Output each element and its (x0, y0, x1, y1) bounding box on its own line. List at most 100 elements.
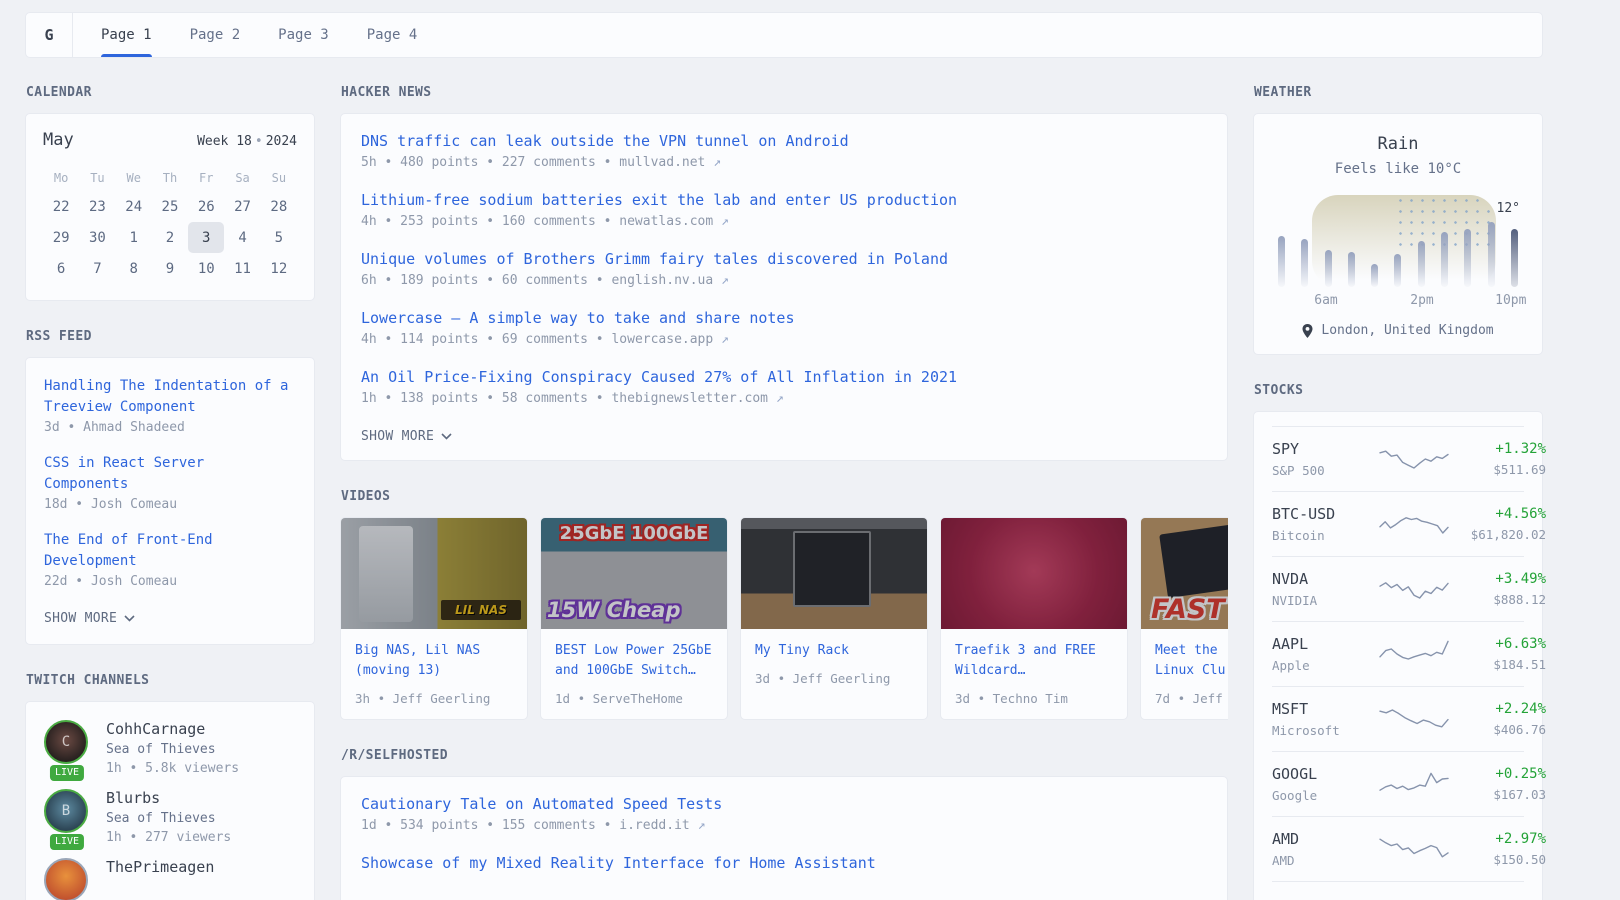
calendar-month: May (43, 130, 74, 150)
hacker-news-item[interactable]: An Oil Price-Fixing Conspiracy Caused 27… (361, 366, 1207, 406)
hacker-news-item-domain[interactable]: english.nv.ua (611, 273, 713, 288)
stock-name: AMD (1272, 853, 1370, 868)
stock-values: +3.49% $888.12 (1458, 571, 1546, 607)
twitch-channel-row[interactable]: B LIVE Blurbs Sea of Thieves 1h • 277 vi… (44, 789, 296, 845)
video-card[interactable]: 25GbE 100GbE15W Cheap BEST Low Power 25G… (540, 517, 728, 720)
video-thumbnail[interactable] (941, 518, 1127, 629)
weather-bar (1301, 239, 1308, 287)
stock-symbol[interactable]: AMD (1272, 830, 1370, 848)
stock-sparkline-wrap (1378, 572, 1450, 606)
hacker-news-item-title[interactable]: An Oil Price-Fixing Conspiracy Caused 27… (361, 366, 1207, 388)
hacker-news-item[interactable]: Unique volumes of Brothers Grimm fairy t… (361, 248, 1207, 288)
hacker-news-item-title[interactable]: Lithium-free sodium batteries exit the l… (361, 189, 1207, 211)
stock-symbol[interactable]: MSFT (1272, 700, 1370, 718)
twitch-channel-row[interactable]: ThePrimeagen (44, 858, 296, 900)
calendar-weekday: Mo (43, 165, 79, 191)
stock-values: +4.56% $61,820.02 (1458, 506, 1546, 542)
external-link-icon: ↗ (776, 391, 784, 406)
reddit-item-title[interactable]: Cautionary Tale on Automated Speed Tests (361, 793, 1207, 815)
video-title[interactable]: Meet theLinux Clu (1155, 641, 1228, 681)
hacker-news-show-more-button[interactable]: SHOW MORE (361, 429, 452, 444)
hacker-news-item[interactable]: DNS traffic can leak outside the VPN tun… (361, 130, 1207, 170)
rss-item-meta: 3d • Ahmad Shadeed (44, 420, 296, 435)
stock-row[interactable]: AAPL Apple +6.63% $184.51 (1272, 621, 1524, 686)
videos-section: VIDEOS LIL NAS Big NAS, Lil NAS(moving 1… (340, 489, 1228, 720)
stock-symbol[interactable]: BTC-USD (1272, 505, 1370, 523)
video-thumbnail[interactable] (741, 518, 927, 629)
video-card[interactable]: FAST Meet theLinux Clu 7d • Jeff Geerlin… (1140, 517, 1228, 720)
avatar (44, 858, 88, 900)
rss-item-title[interactable]: Handling The Indentation of a Treeview C… (44, 376, 296, 418)
video-card[interactable]: LIL NAS Big NAS, Lil NAS(moving 13) 3h •… (340, 517, 528, 720)
page-tab[interactable]: Page 4 (367, 13, 418, 57)
video-title[interactable]: My Tiny Rack (755, 641, 913, 661)
twitch-channel-name[interactable]: ThePrimeagen (106, 858, 214, 876)
video-card[interactable]: Traefik 3 and FREEWildcard… 3d • Techno … (940, 517, 1128, 720)
calendar-day: 28 (261, 191, 297, 222)
page-tab[interactable]: Page 2 (190, 13, 241, 57)
video-thumbnail[interactable]: FAST (1141, 518, 1228, 629)
stock-sparkline-wrap (1378, 767, 1450, 801)
stock-identity: SPY S&P 500 (1272, 440, 1370, 478)
video-title-line: Wildcard… (955, 661, 1113, 681)
stock-symbol[interactable]: SPY (1272, 440, 1370, 458)
rss-show-more-button[interactable]: SHOW MORE (44, 611, 135, 626)
stock-symbol[interactable]: GOOGL (1272, 765, 1370, 783)
video-card[interactable]: My Tiny Rack 3d • Jeff Geerling (740, 517, 928, 720)
rss-item[interactable]: The End of Front-End Development 22d • J… (44, 530, 296, 589)
page-tab[interactable]: Page 1 (101, 13, 152, 57)
hacker-news-item-domain[interactable]: lowercase.app (611, 332, 713, 347)
twitch-channel-info: CohhCarnage Sea of Thieves 1h • 5.8k vie… (106, 720, 239, 776)
video-title[interactable]: BEST Low Power 25GbEand 100GbE Switch… (555, 641, 713, 681)
video-thumbnail[interactable]: LIL NAS (341, 518, 527, 629)
video-meta: 1d • ServeTheHome (555, 691, 713, 706)
hacker-news-item-title[interactable]: Lowercase – A simple way to take and sha… (361, 307, 1207, 329)
twitch-avatar-wrap: B LIVE (44, 789, 90, 845)
video-title-line: Traefik 3 and FREE (955, 641, 1113, 661)
stock-symbol[interactable]: NVDA (1272, 570, 1370, 588)
stock-row[interactable]: BTC-USD Bitcoin +4.56% $61,820.02 (1272, 491, 1524, 556)
stock-change: +3.49% (1458, 571, 1546, 587)
hacker-news-item[interactable]: Lithium-free sodium batteries exit the l… (361, 189, 1207, 229)
video-title[interactable]: Traefik 3 and FREEWildcard… (955, 641, 1113, 681)
video-title[interactable]: Big NAS, Lil NAS(moving 13) (355, 641, 513, 681)
reddit-item-domain[interactable]: i.redd.it (619, 818, 689, 833)
hacker-news-item-domain[interactable]: mullvad.net (619, 155, 705, 170)
rss-item[interactable]: CSS in React Server Components 18d • Jos… (44, 453, 296, 512)
calendar-day: 25 (152, 191, 188, 222)
hacker-news-item-domain[interactable]: newatlas.com (619, 214, 713, 229)
reddit-item[interactable]: Cautionary Tale on Automated Speed Tests… (361, 793, 1207, 833)
page-tab[interactable]: Page 3 (278, 13, 329, 57)
hacker-news-item-title[interactable]: Unique volumes of Brothers Grimm fairy t… (361, 248, 1207, 270)
rss-item[interactable]: Handling The Indentation of a Treeview C… (44, 376, 296, 435)
weather-section-title: WEATHER (1254, 85, 1543, 100)
stock-row[interactable]: MSFT Microsoft +2.24% $406.76 (1272, 686, 1524, 751)
weather-location-text: London, United Kingdom (1321, 323, 1493, 338)
stock-change: +0.25% (1458, 766, 1546, 782)
hacker-news-item[interactable]: Lowercase – A simple way to take and sha… (361, 307, 1207, 347)
twitch-channel-row[interactable]: C LIVE CohhCarnage Sea of Thieves 1h • 5… (44, 720, 296, 776)
reddit-item[interactable]: Showcase of my Mixed Reality Interface f… (361, 852, 1207, 874)
stock-row[interactable]: NVDA NVIDIA +3.49% $888.12 (1272, 556, 1524, 621)
live-badge: LIVE (50, 765, 84, 781)
weather-bars (1278, 199, 1518, 287)
stock-sparkline-wrap (1378, 832, 1450, 866)
stock-symbol[interactable]: AAPL (1272, 635, 1370, 653)
app-logo[interactable]: G (26, 13, 73, 57)
stock-change: +2.24% (1458, 701, 1546, 717)
reddit-item-title[interactable]: Showcase of my Mixed Reality Interface f… (361, 852, 1207, 874)
twitch-channel-name[interactable]: Blurbs (106, 789, 231, 807)
hacker-news-item-domain[interactable]: thebignewsletter.com (611, 391, 768, 406)
rss-item-title[interactable]: CSS in React Server Components (44, 453, 296, 495)
stock-row[interactable]: GOOGL Google +0.25% $167.03 (1272, 751, 1524, 816)
stock-row[interactable]: SPY S&P 500 +1.32% $511.69 (1272, 426, 1524, 491)
stock-values: +1.32% $511.69 (1458, 441, 1546, 477)
right-column: WEATHER Rain Feels like 10°C 12° 6am (1253, 85, 1543, 900)
stock-row[interactable]: AMD AMD +2.97% $150.50 (1272, 816, 1524, 881)
video-thumbnail[interactable]: 25GbE 100GbE15W Cheap (541, 518, 727, 629)
twitch-channel-name[interactable]: CohhCarnage (106, 720, 239, 738)
hacker-news-item-title[interactable]: DNS traffic can leak outside the VPN tun… (361, 130, 1207, 152)
calendar-weekday-row: MoTuWeThFrSaSu (43, 165, 297, 191)
stock-row[interactable]: RDDT -1.59% (1272, 881, 1524, 900)
rss-item-title[interactable]: The End of Front-End Development (44, 530, 296, 572)
